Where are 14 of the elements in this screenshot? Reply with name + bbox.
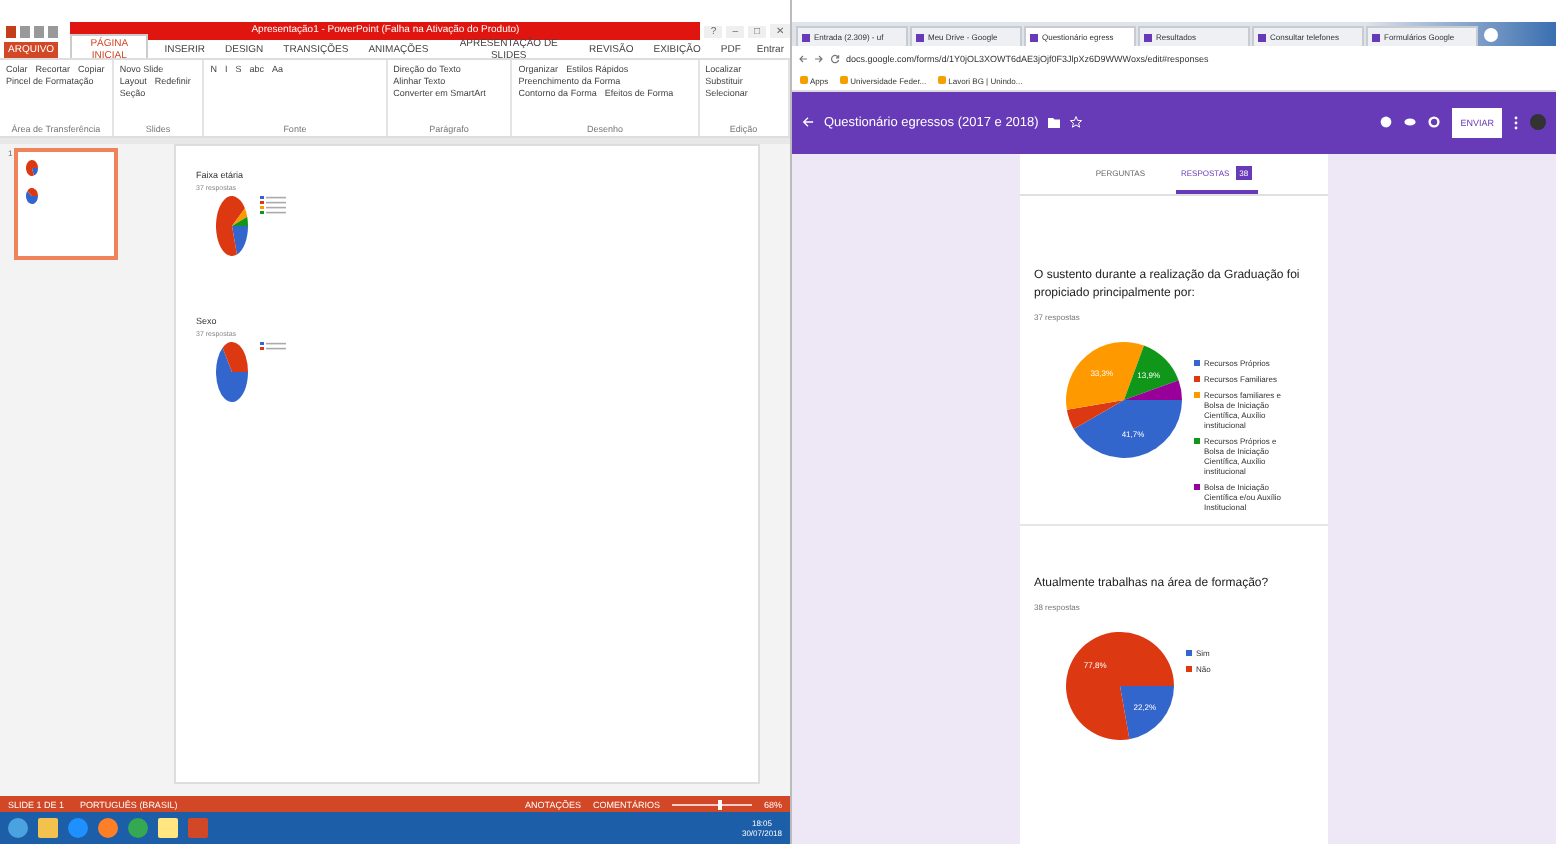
folder-icon	[1048, 116, 1061, 128]
star-icon	[1070, 116, 1083, 128]
pie-chart-drawing	[26, 160, 39, 176]
reload-icon[interactable]	[830, 53, 840, 63]
zoom-thumb[interactable]	[717, 799, 722, 809]
pie-chart-drawing	[26, 188, 39, 204]
new-tab-button[interactable]	[1484, 28, 1498, 42]
slide-thumbnail[interactable]	[14, 148, 119, 260]
avatar[interactable]	[1530, 114, 1546, 130]
back-arrow-icon[interactable]	[798, 53, 808, 63]
pie-chart-drawing	[216, 196, 248, 256]
legend-drawing	[260, 196, 292, 216]
pie-chart-drawing	[216, 342, 248, 402]
forward-arrow-icon[interactable]	[814, 53, 824, 63]
